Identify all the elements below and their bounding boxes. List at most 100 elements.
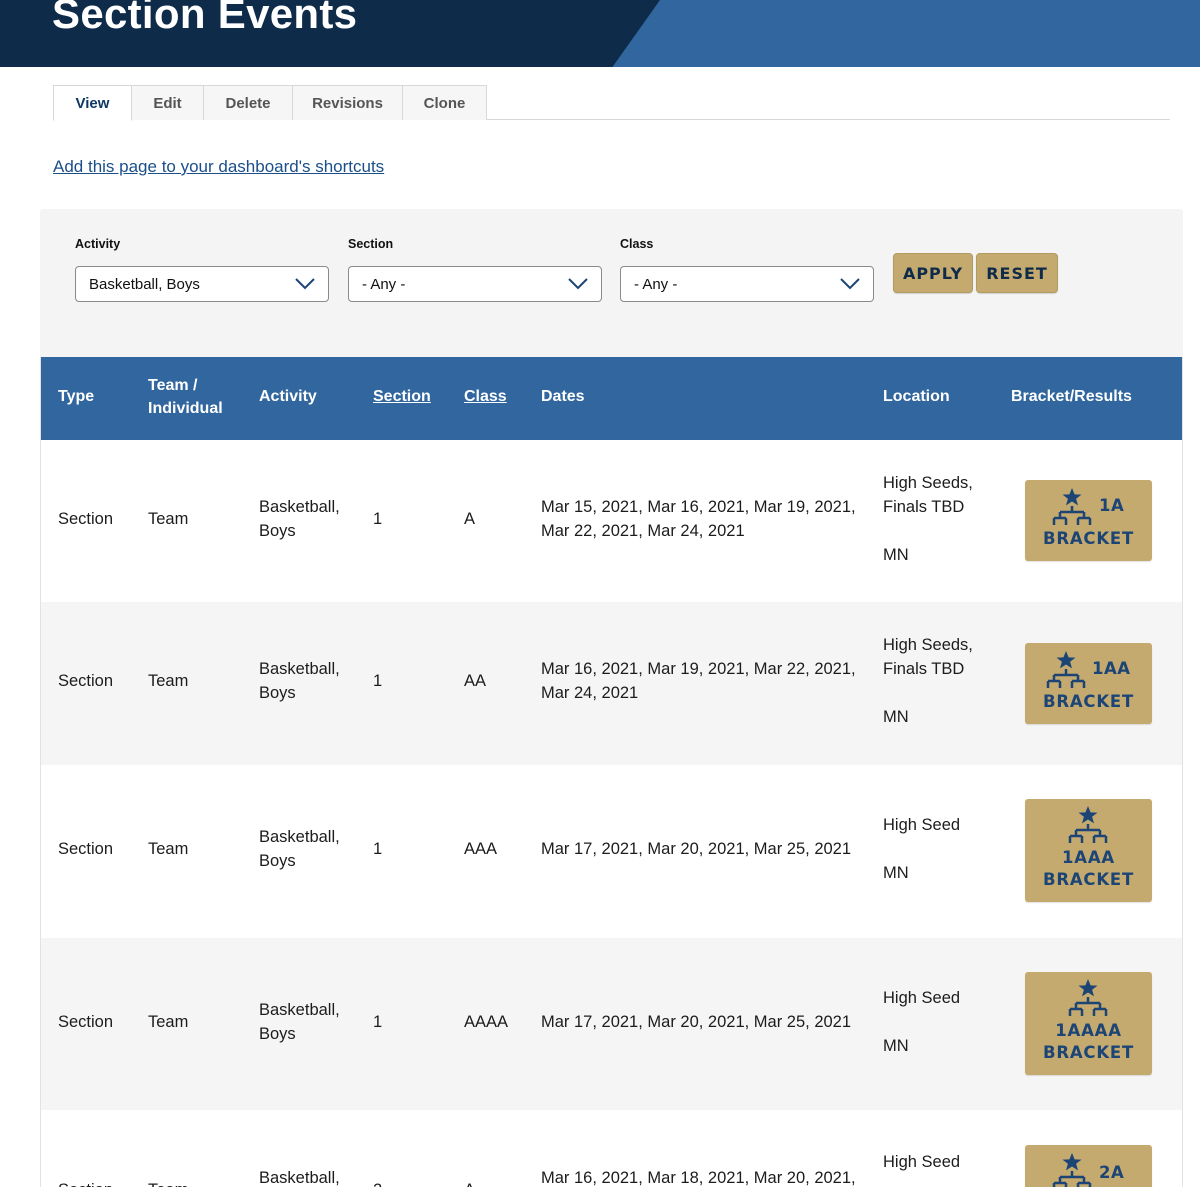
- bracket-button-1a[interactable]: 1A BRACKET: [1025, 480, 1152, 561]
- cell-class: A: [464, 1178, 475, 1187]
- cell-type: Section: [58, 840, 114, 858]
- class-select-value: - Any -: [634, 275, 678, 293]
- bracket-word-label: BRACKET: [1042, 1043, 1135, 1062]
- activity-filter-label: Activity: [75, 237, 121, 251]
- cell-dates: Mar 17, 2021, Mar 20, 2021, Mar 25, 2021: [541, 840, 852, 858]
- cell-team: Team: [148, 510, 189, 528]
- add-shortcut-link[interactable]: Add this page to your dashboard's shortc…: [53, 157, 384, 177]
- header-activity: Activity: [259, 388, 317, 405]
- cell-class: AAAA: [464, 1013, 509, 1031]
- cell-location-line1: High Seeds,: [883, 474, 973, 492]
- cell-activity: Basketball,: [259, 1169, 340, 1187]
- table-row: Section Team Basketball, Boys 1 A Mar 15…: [41, 440, 1182, 602]
- header-location: Location: [883, 388, 950, 405]
- class-filter-label: Class: [620, 237, 654, 251]
- header-team-line2: Individual: [148, 400, 223, 417]
- table-row: Section Team Basketball, 2 A Mar 16, 202…: [41, 1110, 1182, 1187]
- header-team-individual: Team / Individual: [148, 374, 223, 420]
- cell-activity-line1: Basketball,: [259, 660, 340, 678]
- cell-dates: Mar 17, 2021, Mar 20, 2021, Mar 25, 2021: [541, 1013, 852, 1031]
- header-class-sort[interactable]: Class: [464, 385, 507, 408]
- bracket-button-1aaaa[interactable]: 1AAAA BRACKET: [1025, 972, 1152, 1075]
- cell-section: 1: [373, 510, 383, 528]
- tab-clone[interactable]: Clone: [402, 85, 487, 120]
- cell-activity-line2: Boys: [259, 1025, 296, 1043]
- bracket-word-label: BRACKET: [1042, 870, 1135, 889]
- activity-select[interactable]: Basketball, Boys: [75, 266, 329, 302]
- header-type: Type: [58, 388, 95, 405]
- cell-location-line2: Finals TBD: [883, 660, 965, 678]
- section-filter-label: Section: [348, 237, 394, 251]
- header-dates: Dates: [541, 388, 585, 405]
- cell-dates-line1: Mar 15, 2021, Mar 16, 2021, Mar 19, 2021…: [541, 498, 856, 516]
- cell-location-state: MN: [883, 708, 909, 726]
- header-bracket-results: Bracket/Results: [1011, 388, 1132, 405]
- section-select[interactable]: - Any -: [348, 266, 602, 302]
- cell-section: 1: [373, 1013, 383, 1031]
- page-header-banner: Section Events: [0, 0, 1200, 67]
- bracket-tree-icon: [1068, 979, 1108, 1016]
- activity-select-value: Basketball, Boys: [89, 275, 200, 293]
- table-header: Type Team / Individual Activity Section …: [41, 357, 1182, 440]
- tab-edit[interactable]: Edit: [131, 85, 204, 120]
- cell-dates-line2: Mar 22, 2021, Mar 24, 2021: [541, 522, 745, 540]
- cell-dates-line2: Mar 24, 2021: [541, 684, 639, 702]
- bracket-tree-icon: [1052, 1153, 1092, 1187]
- bracket-button-1aa[interactable]: 1AA BRACKET: [1025, 643, 1152, 724]
- table-row: Section Team Basketball, Boys 1 AAAA Mar…: [41, 938, 1182, 1110]
- cell-activity-line2: Boys: [259, 852, 296, 870]
- bracket-word-label: BRACKET: [1042, 692, 1135, 711]
- cell-type: Section: [58, 1178, 113, 1187]
- bracket-word-label: BRACKET: [1042, 529, 1135, 548]
- cell-activity: Basketball, Boys: [259, 657, 340, 705]
- cell-activity-line1: Basketball,: [259, 828, 340, 846]
- tab-revisions[interactable]: Revisions: [292, 85, 403, 120]
- cell-type: Section: [58, 672, 114, 690]
- class-select[interactable]: - Any -: [620, 266, 874, 302]
- cell-type: Section: [58, 1013, 114, 1031]
- cell-location-state: MN: [883, 1037, 909, 1055]
- apply-button[interactable]: APPLY: [893, 253, 973, 293]
- events-table: Type Team / Individual Activity Section …: [40, 357, 1183, 1187]
- header-section-sort[interactable]: Section: [373, 385, 431, 408]
- tab-delete[interactable]: Delete: [203, 85, 293, 120]
- cell-activity: Basketball, Boys: [259, 825, 340, 873]
- cell-team: Team: [148, 840, 189, 858]
- cell-activity: Basketball, Boys: [259, 998, 340, 1046]
- cell-location: High Seed: [883, 816, 961, 834]
- cell-team: Team: [148, 672, 189, 690]
- tab-view[interactable]: View: [53, 85, 132, 121]
- cell-activity-line2: Boys: [259, 522, 296, 540]
- bracket-tree-icon: [1046, 651, 1086, 688]
- page-title: Section Events: [52, 0, 358, 37]
- cell-location-line1: High Seeds,: [883, 636, 973, 654]
- cell-section: 2: [373, 1178, 382, 1187]
- cell-location-state: MN: [883, 546, 909, 564]
- cell-location: High Seed: [883, 1153, 961, 1171]
- cell-dates: Mar 16, 2021, Mar 19, 2021, Mar 22, 2021…: [541, 657, 856, 705]
- bracket-class-label: 1A: [1099, 496, 1125, 515]
- cell-class: A: [464, 510, 476, 528]
- table-row: Section Team Basketball, Boys 1 AA Mar 1…: [41, 602, 1182, 765]
- chevron-down-icon: [840, 278, 860, 290]
- cell-type: Section: [58, 510, 114, 528]
- cell-class: AAA: [464, 840, 498, 858]
- cell-dates: Mar 15, 2021, Mar 16, 2021, Mar 19, 2021…: [541, 495, 856, 543]
- filter-panel: Activity Basketball, Boys Section - Any …: [40, 209, 1183, 359]
- cell-team: Team: [148, 1013, 189, 1031]
- cell-activity: Basketball, Boys: [259, 495, 340, 543]
- cell-section: 1: [373, 840, 383, 858]
- bracket-button-2a[interactable]: 2A: [1025, 1145, 1152, 1187]
- cell-dates: Mar 16, 2021, Mar 18, 2021, Mar 20, 2021…: [541, 1169, 856, 1187]
- cell-location-line2: Finals TBD: [883, 498, 965, 516]
- header-team-line1: Team /: [148, 377, 198, 394]
- reset-button[interactable]: RESET: [976, 253, 1058, 293]
- bracket-button-1aaa[interactable]: 1AAA BRACKET: [1025, 799, 1152, 902]
- chevron-down-icon: [568, 278, 588, 290]
- chevron-down-icon: [295, 278, 315, 290]
- cell-location: High Seed: [883, 989, 961, 1007]
- table-row: Section Team Basketball, Boys 1 AAA Mar …: [41, 765, 1182, 938]
- bracket-tree-icon: [1068, 806, 1108, 843]
- cell-activity-line2: Boys: [259, 684, 296, 702]
- cell-location-state: MN: [883, 864, 909, 882]
